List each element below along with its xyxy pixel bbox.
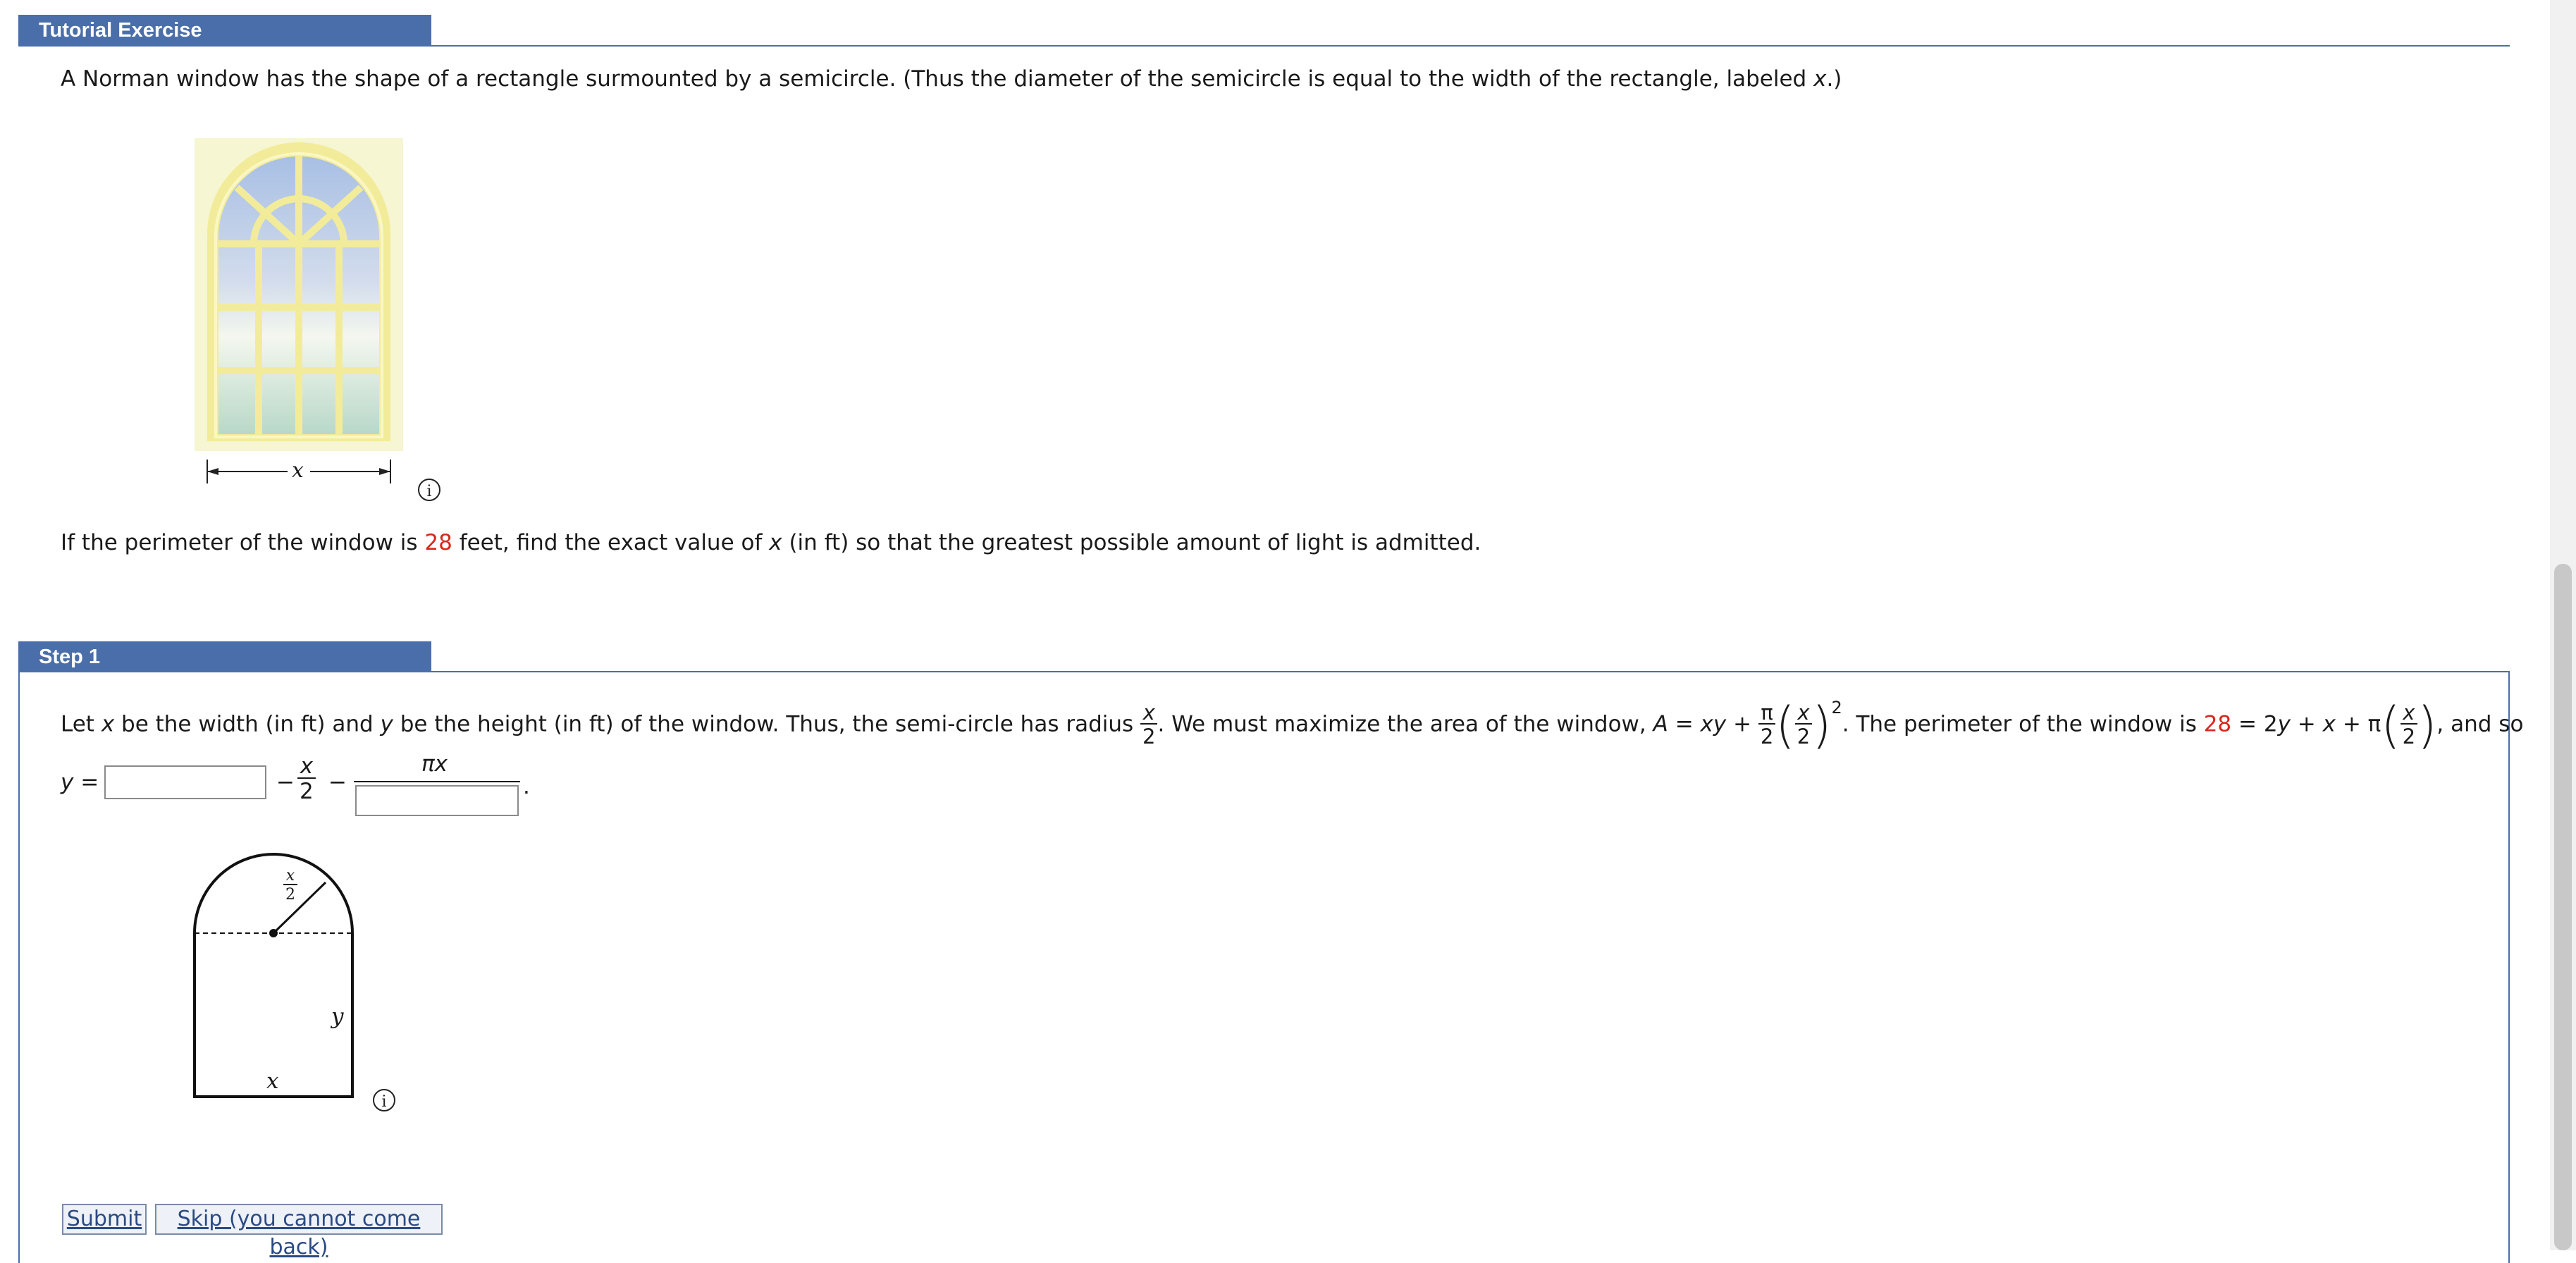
step1-text: Let x be the width (in ft) and y be the … — [61, 696, 2524, 754]
info-icon[interactable]: i — [417, 478, 441, 502]
norman-window-image — [195, 138, 403, 451]
intro-text: A Norman window has the shape of a recta… — [61, 66, 1842, 92]
pi-x-numerator: πx — [421, 751, 448, 777]
perim-x-fraction: x2 — [2400, 703, 2418, 747]
skip-button[interactable]: Skip (you cannot come back) — [155, 1204, 443, 1259]
x-over-2-fraction: x2 — [297, 756, 316, 803]
svg-text:i: i — [426, 483, 431, 500]
step1-header: Step 1 — [18, 641, 431, 672]
tutorial-header: Tutorial Exercise — [18, 15, 431, 46]
height-label: y — [331, 1004, 344, 1029]
tutorial-header-rule — [18, 45, 2510, 47]
area-x-fraction: x2 — [1794, 703, 1813, 747]
scrollbar-thumb[interactable] — [2554, 564, 2572, 1250]
width-label: x — [266, 1068, 279, 1094]
info-icon-2[interactable]: i — [372, 1088, 396, 1112]
submit-button[interactable]: Submit — [62, 1204, 147, 1235]
step1-panel — [18, 671, 2510, 1263]
radius-label: x2 — [283, 868, 297, 903]
answer-input-1[interactable] — [104, 765, 266, 799]
fraction-bar — [354, 781, 520, 782]
minus-sign-2: − — [328, 770, 347, 795]
minus-sign-1: − — [276, 770, 295, 795]
svg-text:i: i — [381, 1093, 386, 1111]
question-text: If the perimeter of the window is 28 fee… — [61, 530, 1481, 555]
period: . — [523, 774, 530, 799]
answer-input-2[interactable] — [355, 785, 519, 816]
y-equals-label: y = — [61, 770, 99, 795]
radius-fraction: x2 — [1140, 703, 1158, 747]
window-diagram — [193, 853, 354, 1098]
area-pi-fraction: π2 — [1758, 703, 1776, 747]
window-width-label: x — [292, 458, 304, 483]
